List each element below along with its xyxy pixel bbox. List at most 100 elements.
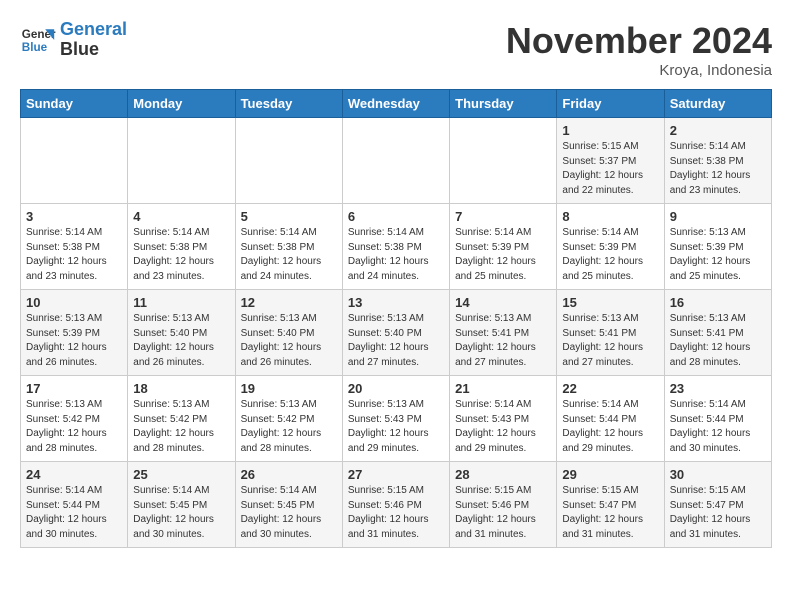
- day-number: 28: [455, 467, 551, 482]
- title-block: November 2024 Kroya, Indonesia: [506, 20, 772, 79]
- calendar-week-row: 1Sunrise: 5:15 AM Sunset: 5:37 PM Daylig…: [21, 118, 772, 204]
- day-number: 30: [670, 467, 766, 482]
- calendar-day-cell: 17Sunrise: 5:13 AM Sunset: 5:42 PM Dayli…: [21, 376, 128, 462]
- day-number: 20: [348, 381, 444, 396]
- weekday-header-row: SundayMondayTuesdayWednesdayThursdayFrid…: [21, 90, 772, 118]
- weekday-header-cell: Saturday: [664, 90, 771, 118]
- calendar-day-cell: 10Sunrise: 5:13 AM Sunset: 5:39 PM Dayli…: [21, 290, 128, 376]
- day-info: Sunrise: 5:13 AM Sunset: 5:40 PM Dayligh…: [133, 312, 229, 370]
- day-info: Sunrise: 5:14 AM Sunset: 5:44 PM Dayligh…: [670, 398, 766, 456]
- location: Kroya, Indonesia: [506, 62, 772, 79]
- calendar-day-cell: [342, 118, 449, 204]
- calendar-week-row: 17Sunrise: 5:13 AM Sunset: 5:42 PM Dayli…: [21, 376, 772, 462]
- day-info: Sunrise: 5:15 AM Sunset: 5:47 PM Dayligh…: [562, 484, 658, 542]
- day-info: Sunrise: 5:13 AM Sunset: 5:39 PM Dayligh…: [670, 226, 766, 284]
- calendar-day-cell: 27 Sunrise: 5:15 AM Sunset: 5:46 PM Dayli…: [342, 462, 449, 548]
- day-number: 3: [26, 209, 122, 224]
- logo-text: GeneralBlue: [60, 20, 127, 60]
- logo-icon: General Blue: [20, 22, 56, 58]
- calendar-day-cell: 14 Sunrise: 5:13 AM Sunset: 5:41 PM Dayli…: [450, 290, 557, 376]
- day-number: 7: [455, 209, 551, 224]
- calendar-day-cell: 6 Sunrise: 5:14 AM Sunset: 5:38 PM Daylig…: [342, 204, 449, 290]
- day-number: 13: [348, 295, 444, 310]
- day-info: Sunrise: 5:14 AM Sunset: 5:39 PM Dayligh…: [562, 226, 658, 284]
- day-number: 14: [455, 295, 551, 310]
- day-info: Sunrise: 5:14 AM Sunset: 5:38 PM Dayligh…: [348, 226, 444, 284]
- weekday-header-cell: Sunday: [21, 90, 128, 118]
- calendar-day-cell: 21Sunrise: 5:14 AM Sunset: 5:43 PM Dayli…: [450, 376, 557, 462]
- day-info: Sunrise: 5:15 AM Sunset: 5:46 PM Dayligh…: [348, 484, 444, 542]
- day-info: Sunrise: 5:14 AM Sunset: 5:38 PM Dayligh…: [670, 140, 766, 198]
- calendar-day-cell: 11 Sunrise: 5:13 AM Sunset: 5:40 PM Dayli…: [128, 290, 235, 376]
- calendar-day-cell: 8 Sunrise: 5:14 AM Sunset: 5:39 PM Daylig…: [557, 204, 664, 290]
- calendar-day-cell: 29 Sunrise: 5:15 AM Sunset: 5:47 PM Dayli…: [557, 462, 664, 548]
- weekday-header-cell: Monday: [128, 90, 235, 118]
- day-number: 18: [133, 381, 229, 396]
- day-info: Sunrise: 5:14 AM Sunset: 5:39 PM Dayligh…: [455, 226, 551, 284]
- weekday-header-cell: Friday: [557, 90, 664, 118]
- calendar-day-cell: 12 Sunrise: 5:13 AM Sunset: 5:40 PM Dayli…: [235, 290, 342, 376]
- day-number: 4: [133, 209, 229, 224]
- day-number: 27: [348, 467, 444, 482]
- day-info: Sunrise: 5:14 AM Sunset: 5:38 PM Dayligh…: [241, 226, 337, 284]
- day-number: 22: [562, 381, 658, 396]
- calendar-day-cell: 23 Sunrise: 5:14 AM Sunset: 5:44 PM Dayli…: [664, 376, 771, 462]
- calendar-day-cell: 28 Sunrise: 5:15 AM Sunset: 5:46 PM Dayli…: [450, 462, 557, 548]
- day-number: 19: [241, 381, 337, 396]
- month-title: November 2024: [506, 20, 772, 62]
- day-info: Sunrise: 5:14 AM Sunset: 5:44 PM Dayligh…: [562, 398, 658, 456]
- day-number: 26: [241, 467, 337, 482]
- day-info: Sunrise: 5:13 AM Sunset: 5:41 PM Dayligh…: [562, 312, 658, 370]
- day-number: 1: [562, 123, 658, 138]
- day-info: Sunrise: 5:13 AM Sunset: 5:41 PM Dayligh…: [670, 312, 766, 370]
- day-number: 15: [562, 295, 658, 310]
- day-number: 29: [562, 467, 658, 482]
- page-header: General Blue GeneralBlue November 2024 K…: [20, 20, 772, 79]
- day-number: 8: [562, 209, 658, 224]
- calendar-day-cell: 30 Sunrise: 5:15 AM Sunset: 5:47 PM Dayli…: [664, 462, 771, 548]
- day-number: 24: [26, 467, 122, 482]
- calendar-day-cell: 1Sunrise: 5:15 AM Sunset: 5:37 PM Daylig…: [557, 118, 664, 204]
- day-info: Sunrise: 5:14 AM Sunset: 5:45 PM Dayligh…: [133, 484, 229, 542]
- day-number: 5: [241, 209, 337, 224]
- calendar-day-cell: 3Sunrise: 5:14 AM Sunset: 5:38 PM Daylig…: [21, 204, 128, 290]
- day-info: Sunrise: 5:14 AM Sunset: 5:45 PM Dayligh…: [241, 484, 337, 542]
- svg-text:Blue: Blue: [22, 41, 48, 54]
- calendar-day-cell: 16Sunrise: 5:13 AM Sunset: 5:41 PM Dayli…: [664, 290, 771, 376]
- weekday-header-cell: Tuesday: [235, 90, 342, 118]
- calendar-day-cell: 22 Sunrise: 5:14 AM Sunset: 5:44 PM Dayli…: [557, 376, 664, 462]
- calendar-day-cell: 26 Sunrise: 5:14 AM Sunset: 5:45 PM Dayli…: [235, 462, 342, 548]
- day-info: Sunrise: 5:13 AM Sunset: 5:40 PM Dayligh…: [348, 312, 444, 370]
- calendar-day-cell: 2 Sunrise: 5:14 AM Sunset: 5:38 PM Daylig…: [664, 118, 771, 204]
- calendar-day-cell: 4Sunrise: 5:14 AM Sunset: 5:38 PM Daylig…: [128, 204, 235, 290]
- calendar-day-cell: [235, 118, 342, 204]
- day-info: Sunrise: 5:13 AM Sunset: 5:42 PM Dayligh…: [241, 398, 337, 456]
- day-info: Sunrise: 5:13 AM Sunset: 5:42 PM Dayligh…: [26, 398, 122, 456]
- calendar-day-cell: 5 Sunrise: 5:14 AM Sunset: 5:38 PM Daylig…: [235, 204, 342, 290]
- day-info: Sunrise: 5:13 AM Sunset: 5:40 PM Dayligh…: [241, 312, 337, 370]
- day-number: 25: [133, 467, 229, 482]
- calendar-day-cell: 15 Sunrise: 5:13 AM Sunset: 5:41 PM Dayli…: [557, 290, 664, 376]
- day-number: 11: [133, 295, 229, 310]
- day-info: Sunrise: 5:15 AM Sunset: 5:47 PM Dayligh…: [670, 484, 766, 542]
- day-number: 9: [670, 209, 766, 224]
- day-info: Sunrise: 5:14 AM Sunset: 5:44 PM Dayligh…: [26, 484, 122, 542]
- day-info: Sunrise: 5:15 AM Sunset: 5:46 PM Dayligh…: [455, 484, 551, 542]
- calendar-day-cell: 20 Sunrise: 5:13 AM Sunset: 5:43 PM Dayli…: [342, 376, 449, 462]
- day-number: 12: [241, 295, 337, 310]
- calendar-day-cell: 9 Sunrise: 5:13 AM Sunset: 5:39 PM Daylig…: [664, 204, 771, 290]
- calendar-week-row: 10Sunrise: 5:13 AM Sunset: 5:39 PM Dayli…: [21, 290, 772, 376]
- day-info: Sunrise: 5:13 AM Sunset: 5:43 PM Dayligh…: [348, 398, 444, 456]
- calendar-day-cell: [128, 118, 235, 204]
- day-number: 6: [348, 209, 444, 224]
- day-number: 10: [26, 295, 122, 310]
- logo: General Blue GeneralBlue: [20, 20, 127, 60]
- day-number: 23: [670, 381, 766, 396]
- calendar-day-cell: 25 Sunrise: 5:14 AM Sunset: 5:45 PM Dayli…: [128, 462, 235, 548]
- day-info: Sunrise: 5:13 AM Sunset: 5:42 PM Dayligh…: [133, 398, 229, 456]
- calendar-day-cell: 7 Sunrise: 5:14 AM Sunset: 5:39 PM Daylig…: [450, 204, 557, 290]
- day-info: Sunrise: 5:14 AM Sunset: 5:43 PM Dayligh…: [455, 398, 551, 456]
- day-info: Sunrise: 5:13 AM Sunset: 5:41 PM Dayligh…: [455, 312, 551, 370]
- weekday-header-cell: Thursday: [450, 90, 557, 118]
- day-number: 2: [670, 123, 766, 138]
